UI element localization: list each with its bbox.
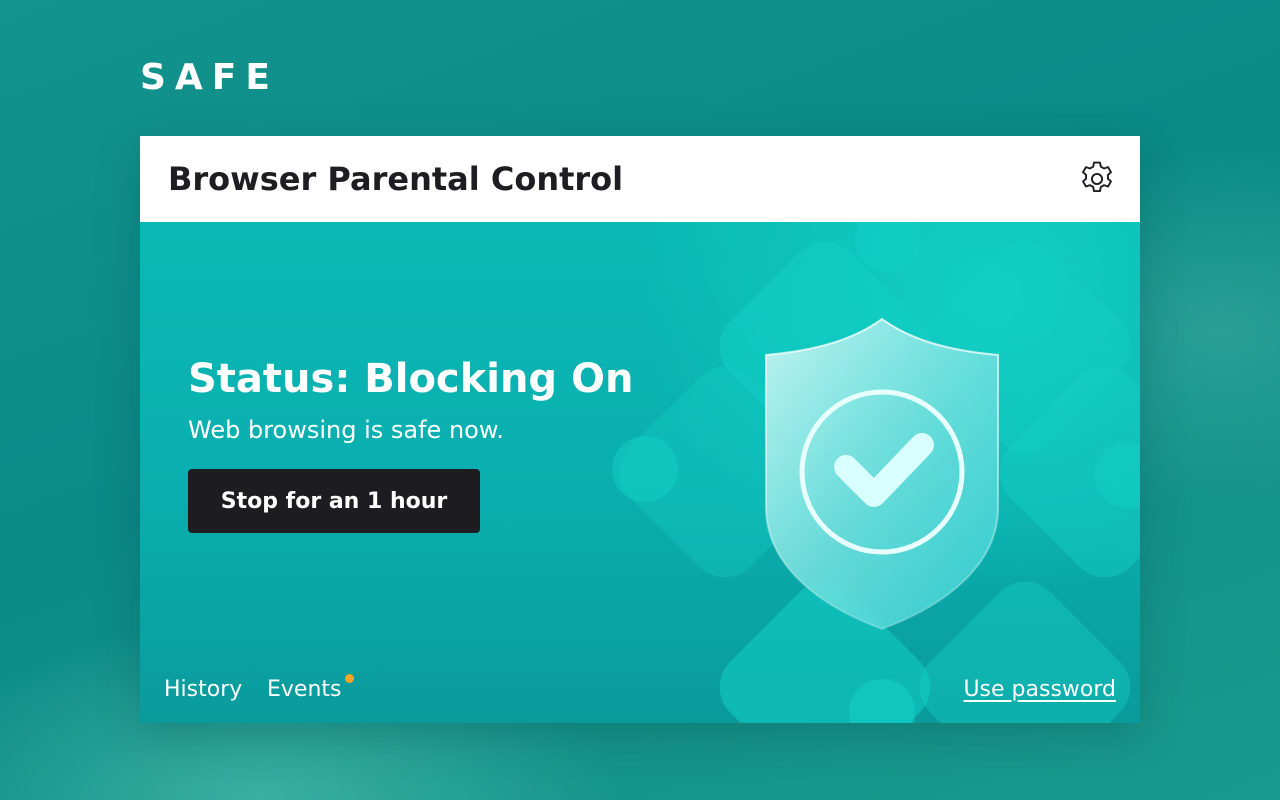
gear-icon: [1082, 161, 1112, 193]
page-title: Browser Parental Control: [168, 160, 624, 198]
events-link[interactable]: Events: [267, 676, 342, 704]
settings-button[interactable]: [1076, 158, 1118, 200]
stop-blocking-button[interactable]: Stop for an 1 hour: [188, 469, 480, 533]
status-title: Status: Blocking On: [188, 356, 634, 402]
brand-logo: SAFE: [140, 57, 279, 98]
shield-check-icon: [765, 317, 999, 631]
history-link[interactable]: History: [164, 676, 242, 704]
events-notification-dot: [345, 674, 354, 683]
status-area: Status: Blocking On Web browsing is safe…: [140, 222, 1140, 723]
use-password-link[interactable]: Use password: [963, 676, 1116, 704]
status-subtitle: Web browsing is safe now.: [188, 416, 504, 444]
parental-control-panel: Browser Parental Control Status: Blockin…: [140, 136, 1140, 723]
panel-header: Browser Parental Control: [140, 136, 1140, 222]
